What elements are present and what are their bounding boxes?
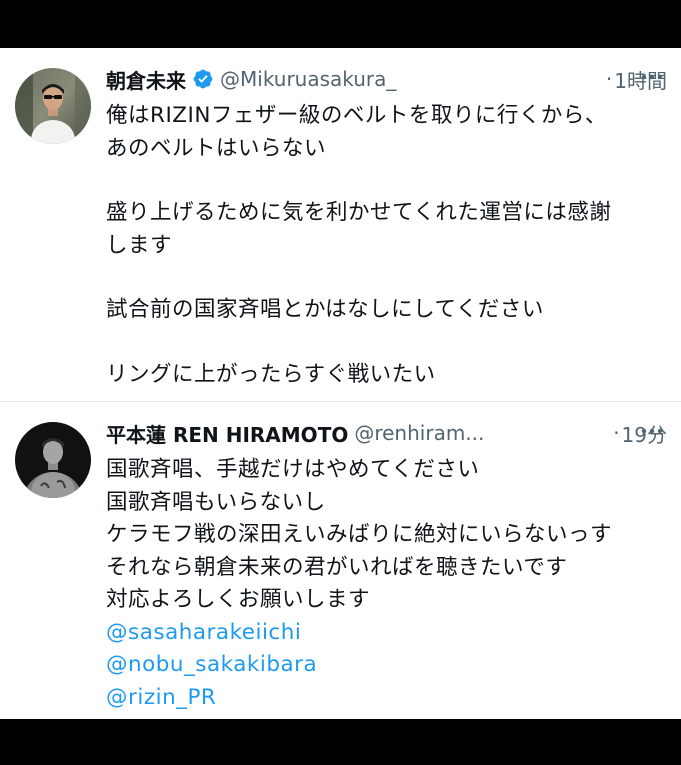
separator: · bbox=[613, 421, 620, 445]
tweet-hiramoto[interactable]: 平本蓮 REN HIRAMOTO @renhiram... · 19分 国歌斉唱… bbox=[0, 402, 681, 719]
screenshot-frame: 朝倉未来 @Mikuruasakura_ · 1時間 俺はRIZINフェザー級の… bbox=[0, 48, 681, 719]
text-line: します bbox=[106, 232, 173, 258]
separator: · bbox=[605, 67, 613, 91]
tweet-asakura[interactable]: 朝倉未来 @Mikuruasakura_ · 1時間 俺はRIZINフェザー級の… bbox=[0, 48, 681, 401]
tweet-text: 俺はRIZINフェザー級のベルトを取りに行くから、 あのベルトはいらない 盛り上… bbox=[106, 100, 671, 391]
tweet-header: 平本蓮 REN HIRAMOTO @renhiram... · 19分 bbox=[106, 416, 667, 450]
text-line: ケラモフ戦の深田えいみばりに絶対にいらないっす bbox=[106, 522, 613, 547]
text-line: それなら朝倉未来の君がいればを聴きたいです bbox=[106, 554, 568, 580]
text-line: 国歌斉唱、手越だけはやめてください bbox=[106, 457, 480, 482]
display-name[interactable]: 朝倉未来 bbox=[106, 65, 186, 94]
text-line: 試合前の国家斉唱とかはなしにしてください bbox=[106, 297, 544, 322]
text-line: あのベルトはいらない bbox=[106, 135, 327, 161]
handle[interactable]: @renhiram... bbox=[354, 421, 611, 445]
avatar-hiramoto[interactable] bbox=[15, 422, 91, 498]
more-options-icon[interactable] bbox=[637, 62, 667, 92]
display-name[interactable]: 平本蓮 REN HIRAMOTO bbox=[106, 419, 348, 448]
avatar-asakura[interactable] bbox=[15, 68, 91, 144]
text-line: 対応よろしくお願いします bbox=[106, 587, 371, 612]
handle[interactable]: @Mikuruasakura_ bbox=[220, 67, 604, 91]
mention-link[interactable]: @sasaharakeiichi bbox=[106, 617, 671, 650]
tweet-text: 国歌斉唱、手越だけはやめてください 国歌斉唱もいらないし ケラモフ戦の深田えいみ… bbox=[106, 454, 671, 714]
text-line: リングに上がったらすぐ戦いたい bbox=[106, 361, 436, 387]
more-options-icon[interactable] bbox=[637, 416, 667, 446]
tweet-header: 朝倉未来 @Mikuruasakura_ · 1時間 bbox=[106, 62, 667, 96]
verified-badge-icon bbox=[193, 69, 213, 89]
mention-link[interactable]: @nobu_sakakibara bbox=[106, 649, 671, 682]
text-line: 国歌斉唱もいらないし bbox=[106, 489, 326, 515]
text-line: 盛り上げるために気を利かせてくれた運営には感謝 bbox=[106, 200, 612, 225]
text-line: 俺はRIZINフェザー級のベルトを取りに行くから、 bbox=[106, 103, 607, 128]
mention-link[interactable]: @rizin_PR bbox=[106, 682, 671, 715]
